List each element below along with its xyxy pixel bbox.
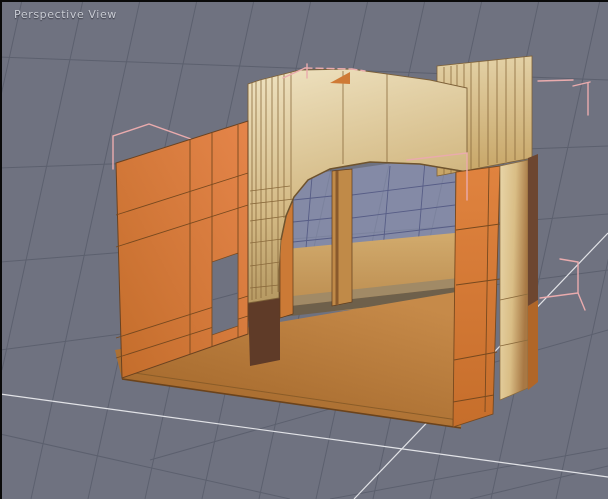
right-wall-front[interactable] bbox=[452, 165, 501, 428]
right-wall-return[interactable] bbox=[528, 154, 538, 390]
left-wall-window bbox=[211, 252, 239, 336]
perspective-viewport[interactable]: Perspective View bbox=[0, 0, 608, 499]
left-wall[interactable] bbox=[115, 120, 249, 379]
viewport-title[interactable]: Perspective View bbox=[14, 8, 117, 21]
right-wall-tan-column[interactable] bbox=[499, 159, 529, 401]
arch-shadow bbox=[248, 292, 280, 366]
interior-post-right[interactable] bbox=[331, 168, 353, 307]
room-model[interactable] bbox=[115, 55, 538, 429]
wireframe-corner-top-right bbox=[537, 79, 591, 116]
viewport-canvas[interactable] bbox=[0, 0, 608, 499]
wireframe-corner-right-middle bbox=[539, 258, 586, 311]
